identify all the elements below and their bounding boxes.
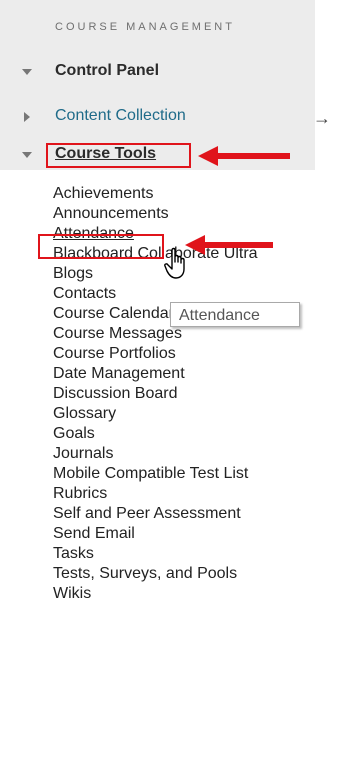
triangle-right-icon	[24, 112, 30, 122]
list-item[interactable]: Achievements	[53, 184, 258, 204]
course-management-header: COURSE MANAGEMENT	[55, 21, 235, 33]
triangle-down-icon	[22, 69, 32, 75]
list-item[interactable]: Mobile Compatible Test List	[53, 464, 258, 484]
content-collection-row[interactable]: Content Collection →	[0, 103, 337, 131]
arrow-right-icon[interactable]: →	[313, 108, 331, 129]
course-tools-highlight-box	[46, 143, 191, 168]
list-item[interactable]: Date Management	[53, 364, 258, 384]
course-management-panel: COURSE MANAGEMENT Control Panel Content …	[0, 0, 337, 769]
list-item[interactable]: Send Email	[53, 524, 258, 544]
list-item[interactable]: Wikis	[53, 584, 258, 604]
control-panel-label: Control Panel	[55, 62, 160, 79]
content-collection-link[interactable]: Content Collection	[55, 107, 186, 125]
list-item[interactable]: Tasks	[53, 544, 258, 564]
list-item[interactable]: Blogs	[53, 264, 258, 284]
list-item[interactable]: Self and Peer Assessment	[53, 504, 258, 524]
attendance-highlight-box	[38, 234, 164, 259]
list-item[interactable]: Glossary	[53, 404, 258, 424]
control-panel-row[interactable]: Control Panel	[0, 58, 315, 86]
list-item[interactable]: Goals	[53, 424, 258, 444]
red-arrow-icon	[198, 146, 290, 166]
list-item[interactable]: Rubrics	[53, 484, 258, 504]
attendance-tooltip: Attendance	[170, 302, 300, 327]
list-item[interactable]: Contacts	[53, 284, 258, 304]
triangle-down-icon	[22, 152, 32, 158]
list-item[interactable]: Announcements	[53, 204, 258, 224]
hand-pointer-icon	[164, 247, 185, 279]
red-arrow-icon	[185, 235, 273, 255]
list-item[interactable]: Discussion Board	[53, 384, 258, 404]
list-item[interactable]: Journals	[53, 444, 258, 464]
list-item[interactable]: Tests, Surveys, and Pools	[53, 564, 258, 584]
list-item[interactable]: Course Portfolios	[53, 344, 258, 364]
